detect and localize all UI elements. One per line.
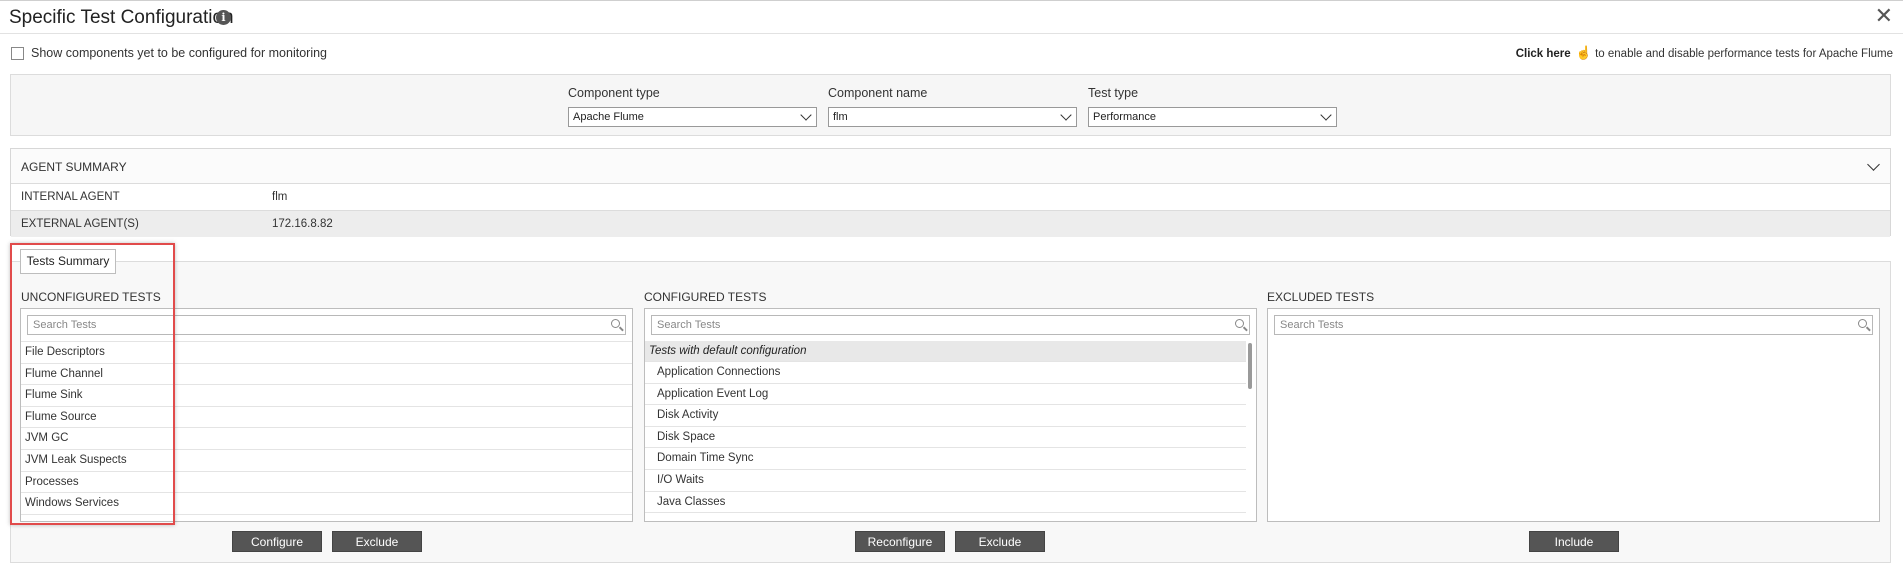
component-name-label: Component name — [828, 86, 928, 100]
search-placeholder: Search Tests — [657, 319, 721, 331]
agent-summary-header[interactable]: AGENT SUMMARY — [11, 149, 1890, 184]
list-item[interactable]: Domain Time Sync — [645, 447, 1246, 469]
agent-row-internal: INTERNAL AGENT flm — [11, 184, 1890, 210]
click-here-link[interactable]: Click here — [1516, 48, 1571, 60]
component-name-select[interactable]: flm — [828, 107, 1077, 127]
page-title: Specific Test Configuration — [9, 7, 234, 28]
test-type-label: Test type — [1088, 86, 1139, 100]
search-icon — [1858, 319, 1867, 328]
agent-value: 172.16.8.82 — [272, 218, 333, 230]
configured-tests-title: CONFIGURED TESTS — [644, 290, 767, 304]
exclude-button[interactable]: Exclude — [955, 531, 1045, 552]
reconfigure-button[interactable]: Reconfigure — [855, 531, 945, 552]
list-item[interactable]: JVM Leak Suspects — [21, 448, 632, 471]
show-unconfigured-checkbox[interactable] — [11, 47, 24, 60]
include-button[interactable]: Include — [1529, 531, 1619, 552]
excluded-tests-list: Search Tests — [1267, 308, 1880, 522]
list-item[interactable]: Flume Channel — [21, 362, 632, 385]
search-placeholder: Search Tests — [33, 319, 97, 331]
list-item[interactable]: Application Event Log — [645, 382, 1246, 405]
configure-button[interactable]: Configure — [232, 531, 322, 552]
title-bar: Specific Test Configuration i ✕ — [0, 0, 1903, 34]
configured-tests-list: Search Tests Tests with default configur… — [644, 308, 1257, 522]
list-item[interactable]: Disk Space — [645, 425, 1246, 448]
list-item[interactable] — [21, 513, 632, 521]
list-item[interactable]: Disk Activity — [645, 404, 1246, 426]
component-type-label: Component type — [568, 86, 660, 100]
chevron-down-icon — [800, 109, 812, 121]
group-header: Tests with default configuration — [645, 341, 1246, 361]
info-icon[interactable]: i — [216, 10, 231, 25]
test-type-select[interactable]: Performance — [1088, 107, 1337, 127]
unconfigured-search-input[interactable]: Search Tests — [27, 315, 626, 335]
configured-search-input[interactable]: Search Tests — [651, 315, 1250, 335]
search-icon — [1235, 319, 1244, 328]
list-item[interactable]: Processes — [21, 470, 632, 493]
click-here-hint: Click here ☝ to enable and disable perfo… — [1516, 45, 1893, 61]
chevron-down-icon — [1320, 109, 1332, 121]
chevron-down-icon[interactable] — [1867, 158, 1880, 171]
component-name-value: flm — [833, 111, 848, 123]
show-unconfigured-label: Show components yet to be configured for… — [31, 46, 328, 60]
list-item[interactable]: I/O Waits — [645, 468, 1246, 491]
close-icon[interactable]: ✕ — [1875, 5, 1893, 27]
tab-tests-summary[interactable]: Tests Summary — [20, 249, 116, 274]
excluded-search-input[interactable]: Search Tests — [1274, 315, 1873, 335]
list-item[interactable]: JVM GC — [21, 427, 632, 449]
search-icon — [611, 319, 620, 328]
exclude-button[interactable]: Exclude — [332, 531, 422, 552]
list-item[interactable]: Windows Services — [21, 492, 632, 514]
list-item[interactable]: Java Classes — [645, 490, 1246, 513]
excluded-tests-title: EXCLUDED TESTS — [1267, 290, 1375, 304]
agent-value: flm — [272, 191, 288, 203]
component-type-select[interactable]: Apache Flume — [568, 107, 817, 127]
component-type-value: Apache Flume — [573, 111, 644, 123]
agent-key: INTERNAL AGENT — [21, 191, 120, 203]
chevron-down-icon — [1060, 109, 1072, 121]
unconfigured-tests-title: UNCONFIGURED TESTS — [21, 290, 161, 304]
list-item[interactable]: File Descriptors — [21, 341, 632, 363]
filter-panel: Component type Apache Flume Component na… — [10, 74, 1891, 136]
list-item[interactable]: Flume Sink — [21, 384, 632, 406]
list-item[interactable] — [645, 512, 1246, 521]
unconfigured-tests-list: Search Tests File Descriptors Flume Chan… — [20, 308, 633, 522]
test-type-value: Performance — [1093, 111, 1156, 123]
search-placeholder: Search Tests — [1280, 319, 1344, 331]
agent-key: EXTERNAL AGENT(S) — [21, 218, 139, 230]
hand-pointer-icon: ☝ — [1575, 45, 1593, 60]
list-item[interactable]: Flume Source — [21, 405, 632, 428]
agent-summary-panel: AGENT SUMMARY INTERNAL AGENT flm EXTERNA… — [10, 148, 1891, 237]
scrollbar[interactable] — [1248, 343, 1252, 389]
click-here-text: to enable and disable performance tests … — [1595, 48, 1893, 60]
list-item[interactable]: Application Connections — [645, 361, 1246, 383]
agent-summary-title: AGENT SUMMARY — [21, 160, 127, 174]
agent-row-external: EXTERNAL AGENT(S) 172.16.8.82 — [11, 210, 1890, 237]
